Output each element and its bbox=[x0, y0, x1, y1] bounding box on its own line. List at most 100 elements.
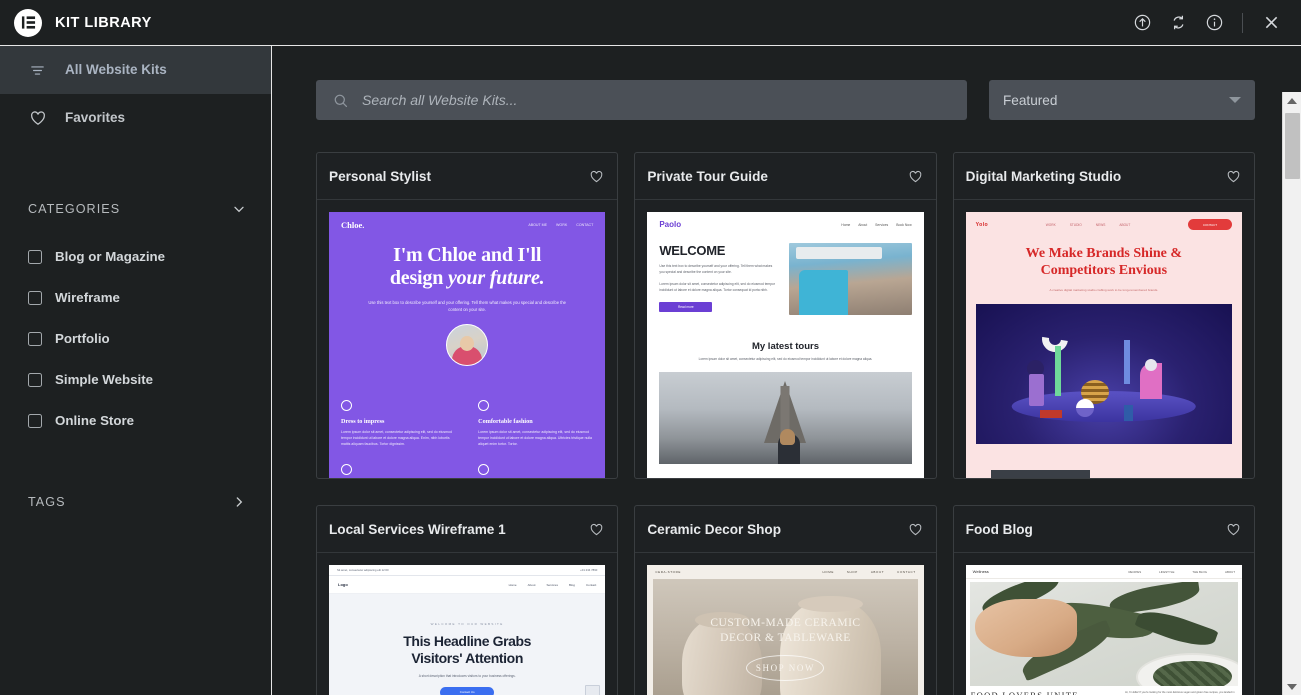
preview-nav: Yolo WORK STUDIO NEWS ABOUT CONTACT bbox=[966, 212, 1242, 230]
preview-nav-links: Home About Services Blog Contact bbox=[509, 583, 597, 587]
search-box[interactable] bbox=[316, 80, 967, 120]
heart-outline-icon[interactable] bbox=[589, 522, 604, 537]
preview-headline: We Make Brands Shine & Competitors Envio… bbox=[966, 246, 1242, 279]
checkbox[interactable] bbox=[28, 290, 42, 305]
kit-thumbnail-wrap: CERA-STORE HOME SHOP ABOUT CONTACT CUSTO… bbox=[635, 553, 935, 695]
kale-leaf bbox=[1134, 604, 1219, 654]
chevron-right-icon[interactable] bbox=[231, 494, 247, 510]
preview-section: My latest tours Lorem ipsum dolor sit am… bbox=[647, 341, 923, 363]
preview-logo: Logo bbox=[338, 582, 348, 587]
categories-section-header[interactable]: CATEGORIES bbox=[0, 194, 271, 224]
category-simple-website[interactable]: Simple Website bbox=[0, 359, 271, 400]
scroll-down-arrow-icon[interactable] bbox=[1283, 678, 1301, 695]
preview-avatar bbox=[446, 324, 489, 367]
preview-eiffel-photo bbox=[659, 371, 912, 464]
kit-card-header: Personal Stylist bbox=[317, 153, 618, 200]
preview-body: Hi, I'm Ellie! If you're looking for the… bbox=[1125, 691, 1235, 695]
preview-subtext: A creative digital marketing studio craf… bbox=[1049, 288, 1159, 293]
nav-link: SHOP bbox=[846, 570, 858, 574]
kit-card-personal-stylist[interactable]: Personal Stylist Chloe. ABOUT ME WORK CO… bbox=[316, 152, 619, 479]
category-wireframe[interactable]: Wireframe bbox=[0, 277, 271, 318]
info-icon[interactable] bbox=[1204, 13, 1224, 33]
tags-section-header[interactable]: TAGS bbox=[0, 487, 271, 517]
nav-link: Services bbox=[875, 222, 889, 227]
preview-hero-image bbox=[788, 243, 912, 315]
sync-icon[interactable] bbox=[1168, 13, 1188, 33]
kit-card-ceramic-decor-shop[interactable]: Ceramic Decor Shop CERA-STORE HOME SHOP … bbox=[634, 505, 937, 695]
toolbar: Featured bbox=[316, 80, 1255, 120]
vertical-scrollbar[interactable] bbox=[1282, 92, 1301, 695]
feature-item: Professional & unique Lorem ipsum dolor … bbox=[341, 463, 456, 479]
checkbox[interactable] bbox=[28, 372, 42, 387]
sidebar-item-label: All Website Kits bbox=[65, 62, 167, 78]
category-online-store[interactable]: Online Store bbox=[0, 400, 271, 441]
nav-link: About bbox=[527, 582, 536, 587]
preview-headline: FOOD LOVERS UNITE. bbox=[970, 690, 1083, 695]
preview-hero-text: WELCOME Use this text box to describe yo… bbox=[659, 243, 778, 315]
sidebar: All Website Kits Favorites CATEGORIES Bl… bbox=[0, 46, 272, 695]
person-hair-shape bbox=[780, 428, 796, 445]
category-label: Online Store bbox=[55, 413, 135, 428]
nav-link: Contact bbox=[585, 582, 597, 587]
artwork-red-slab bbox=[1039, 410, 1062, 419]
preview-footer-bar bbox=[990, 470, 1090, 478]
feature-item: Find your style Lorem ipsum dolor sit am… bbox=[478, 463, 593, 479]
preview-button: Contact Us bbox=[440, 686, 495, 695]
kit-thumbnail-wrap: Sit amet, consectetur adipiscing elit 12… bbox=[317, 553, 617, 695]
upload-icon[interactable] bbox=[1132, 13, 1152, 33]
preview-body-1: Use this text box to describe yourself a… bbox=[659, 264, 773, 274]
preview-hero: WELCOME Use this text box to describe yo… bbox=[647, 229, 923, 315]
category-label: Blog or Magazine bbox=[55, 249, 166, 264]
kit-title: Private Tour Guide bbox=[647, 168, 768, 184]
sidebar-item-favorites[interactable]: Favorites bbox=[0, 94, 271, 142]
checkbox[interactable] bbox=[28, 331, 42, 346]
checkbox[interactable] bbox=[28, 249, 42, 264]
heart-outline-icon[interactable] bbox=[1226, 169, 1241, 184]
heart-outline-icon[interactable] bbox=[589, 169, 604, 184]
sidebar-item-all-website-kits[interactable]: All Website Kits bbox=[0, 46, 271, 94]
bowl-shape bbox=[1136, 652, 1238, 686]
nav-link: Book Now bbox=[896, 222, 912, 227]
topbar-right: +01 234 7890 bbox=[580, 568, 598, 572]
preview-headline: CUSTOM-MADE CERAMIC DECOR & TABLEWARE bbox=[653, 616, 917, 646]
headline-line-1: This Headline Grabs bbox=[403, 633, 532, 649]
chevron-down-icon[interactable] bbox=[231, 201, 247, 217]
headline-line-1: We Make Brands Shine & bbox=[1025, 246, 1182, 261]
feature-ring-icon bbox=[478, 400, 490, 412]
heart-outline-icon[interactable] bbox=[908, 169, 923, 184]
close-icon[interactable] bbox=[1261, 13, 1281, 33]
search-input[interactable] bbox=[362, 92, 951, 108]
category-blog-or-magazine[interactable]: Blog or Magazine bbox=[0, 236, 271, 277]
kit-title: Digital Marketing Studio bbox=[965, 168, 1122, 184]
feature-ring-icon bbox=[341, 400, 352, 412]
nav-link: ABOUT bbox=[870, 570, 885, 574]
kit-card-food-blog[interactable]: Food Blog Wellness RECIPES LIFESTYLE THE… bbox=[952, 505, 1255, 695]
preview-subtext: A short description that introduces visi… bbox=[418, 673, 516, 678]
heart-outline-icon[interactable] bbox=[1226, 522, 1241, 537]
sort-select[interactable]: Featured bbox=[989, 80, 1255, 120]
kit-library-window: KIT LIBRARY All Website Kits Favorites C… bbox=[0, 0, 1301, 695]
nav-link: LIFESTYLE bbox=[1159, 569, 1175, 574]
scrollbar-thumb[interactable] bbox=[1285, 113, 1300, 179]
nav-link: WORK bbox=[556, 223, 568, 227]
preview-eyebrow: WELCOME TO OUR WEBSITE bbox=[430, 622, 504, 626]
kit-card-private-tour-guide[interactable]: Private Tour Guide Paolo Home About Serv… bbox=[634, 152, 937, 479]
preview-shop-now-button: SHOP NOW bbox=[746, 654, 825, 681]
heart-outline-icon[interactable] bbox=[908, 522, 923, 537]
scroll-up-arrow-icon[interactable] bbox=[1283, 92, 1301, 109]
preview-features: Dress to impress Lorem ipsum dolor sit a… bbox=[329, 400, 605, 478]
kit-card-local-services-wireframe-1[interactable]: Local Services Wireframe 1 Sit amet, con… bbox=[316, 505, 619, 695]
scrollbar-track[interactable] bbox=[1283, 109, 1301, 678]
preview-logo: CERA-STORE bbox=[655, 570, 681, 574]
headline-line-2: Visitors' Attention bbox=[411, 649, 523, 666]
kit-card-header: Private Tour Guide bbox=[635, 153, 936, 200]
sort-select-value: Featured bbox=[1003, 92, 1058, 108]
kit-card-digital-marketing-studio[interactable]: Digital Marketing Studio Yolo WORK STUDI… bbox=[952, 152, 1255, 479]
preview-kale-photo bbox=[969, 582, 1238, 686]
feature-ring-icon bbox=[341, 463, 352, 475]
app-body: All Website Kits Favorites CATEGORIES Bl… bbox=[0, 46, 1301, 695]
checkbox[interactable] bbox=[28, 413, 42, 428]
kit-thumbnail-wrap: Chloe. ABOUT ME WORK CONTACT I'm Chloe a… bbox=[317, 200, 617, 478]
category-portfolio[interactable]: Portfolio bbox=[0, 318, 271, 359]
